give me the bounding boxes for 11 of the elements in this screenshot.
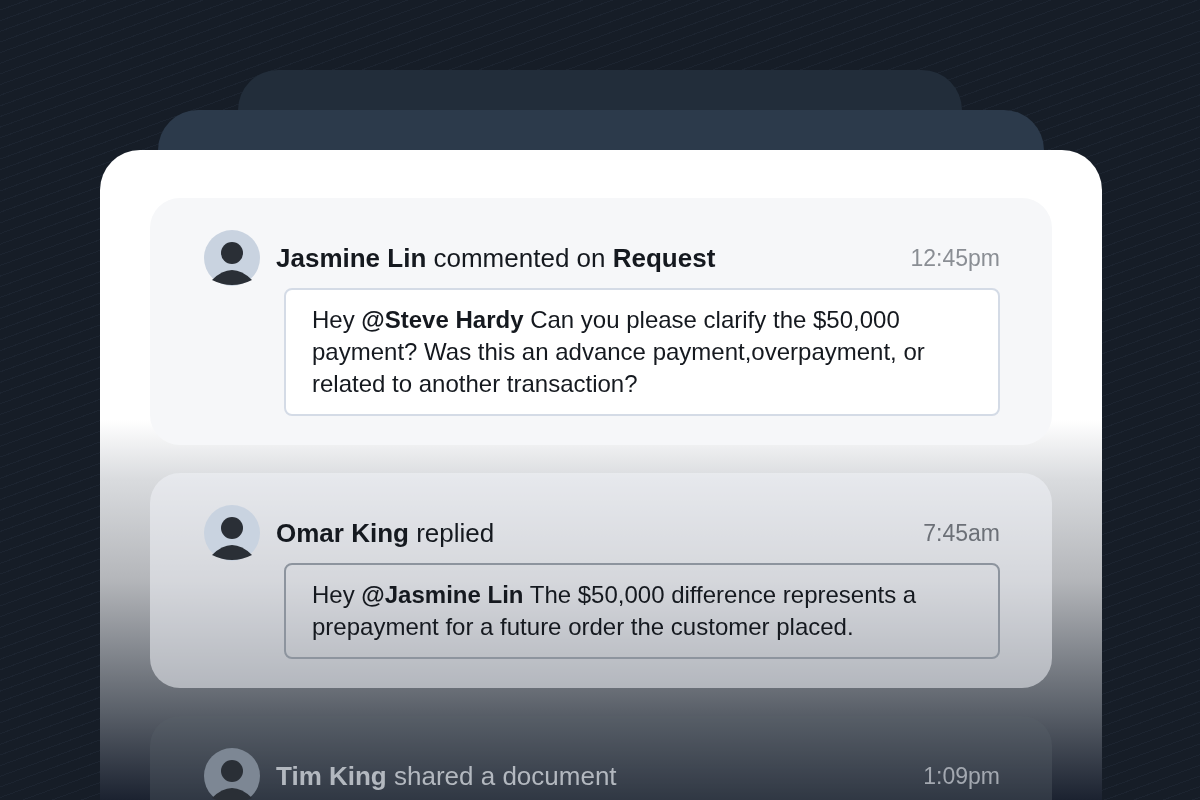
timestamp: 1:09pm [923, 761, 1000, 791]
avatar-icon [204, 748, 260, 800]
activity-headline: Tim King shared a document [276, 759, 618, 793]
activity-headline: Jasmine Lin commented on Request [276, 241, 717, 275]
avatar-icon [204, 230, 260, 286]
timestamp: 7:45am [923, 518, 1000, 548]
avatar-icon [204, 505, 260, 561]
timestamp: 12:45pm [910, 243, 1000, 273]
activity-headline: Omar King replied [276, 516, 496, 550]
comment-text: Hey @Jasmine Lin The $50,000 difference represents a prepayment for a future order the customer placed. [284, 563, 1000, 659]
comment-text: Hey @Steve Hardy Can you please clarify the $50,000 payment? Was this an advance payment,overpayment, or related to another transaction? [284, 288, 1000, 416]
